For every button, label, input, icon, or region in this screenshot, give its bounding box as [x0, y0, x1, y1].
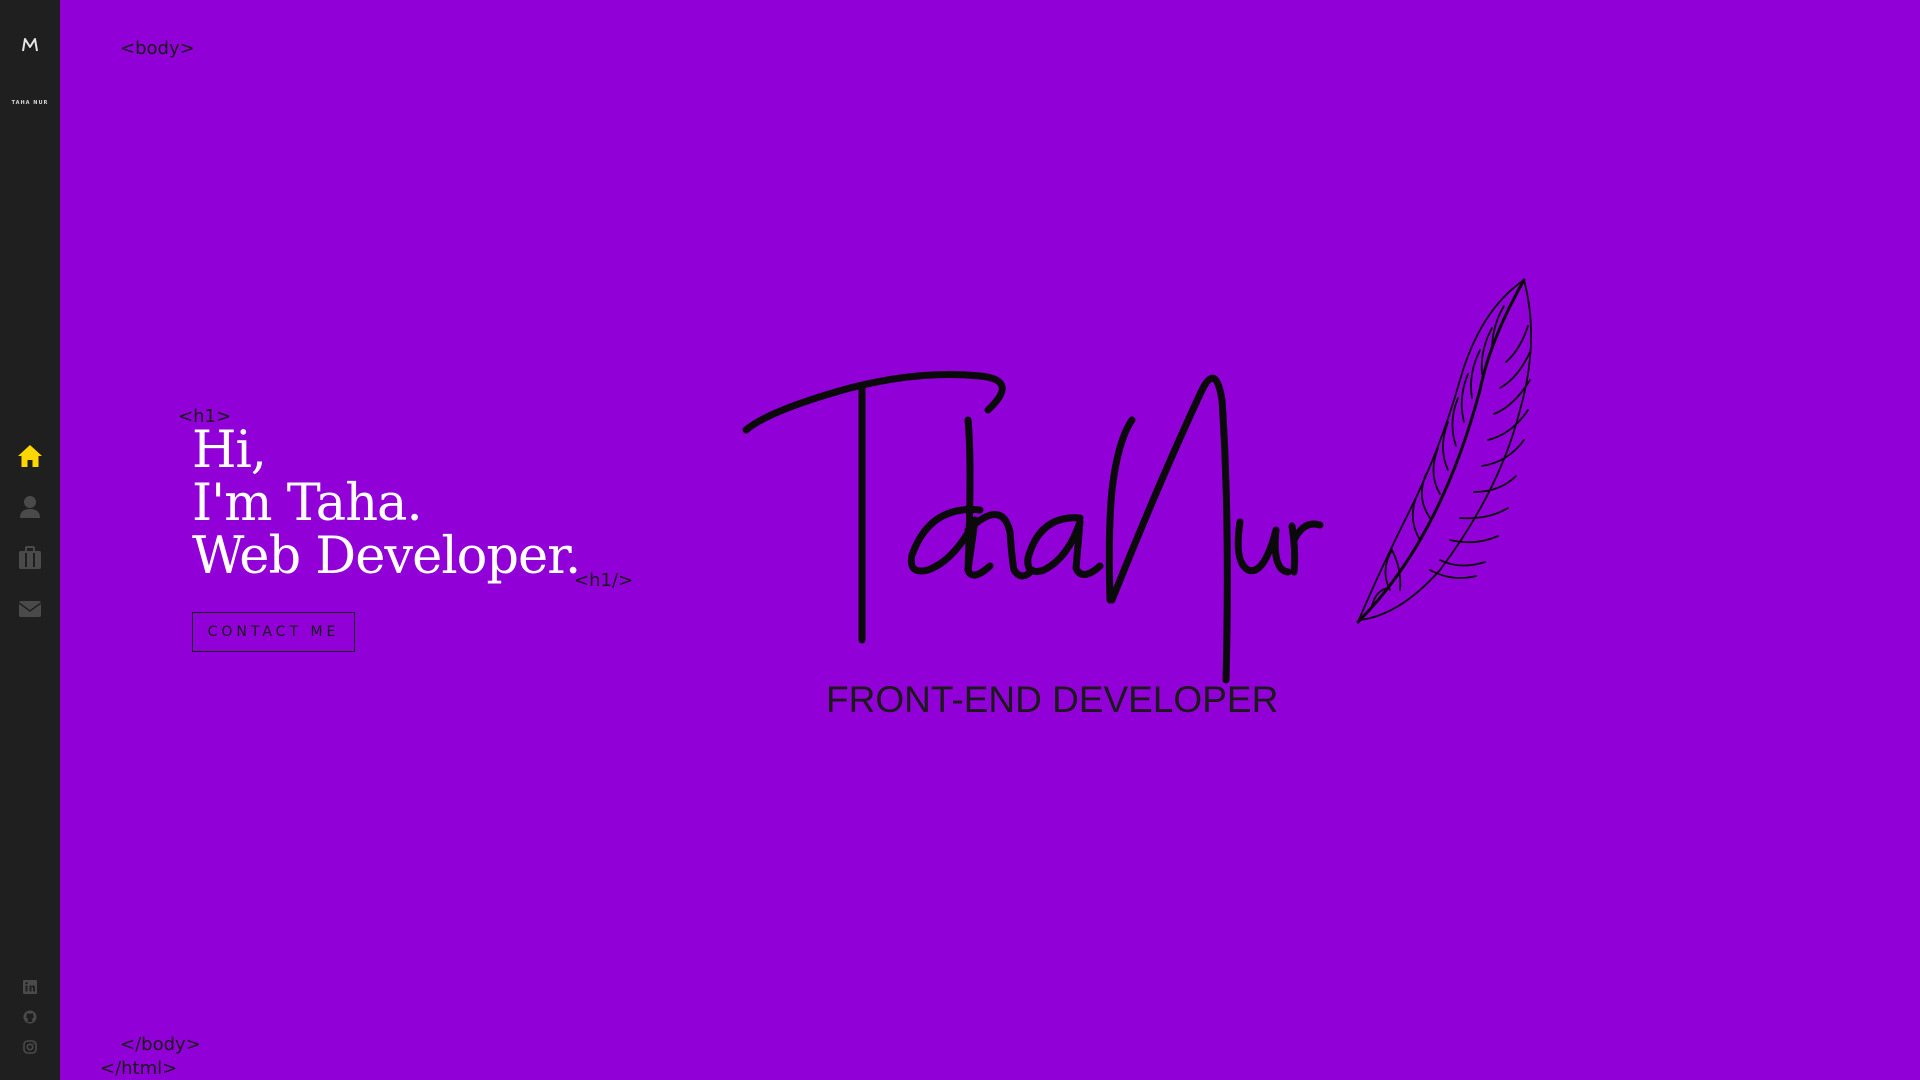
social-links [0, 972, 60, 1062]
nav-item-portfolio[interactable] [0, 532, 60, 583]
envelope-icon [18, 600, 42, 617]
social-github[interactable] [0, 1002, 60, 1032]
briefcase-icon [19, 545, 41, 569]
logo-subtitle: TAHA NUR [11, 100, 49, 106]
nav-item-about[interactable] [0, 481, 60, 532]
headline-line-1: Hi, [192, 421, 267, 480]
html-close-tag: </html> [100, 1058, 178, 1079]
hero-headline: Hi, I'm Taha. Web Developer. [192, 421, 581, 586]
h1-close-tag: <h1/> [574, 570, 634, 591]
sidebar-nav [0, 430, 60, 634]
body-close-tag: </body> [120, 1034, 201, 1055]
body-open-tag: <body> [120, 38, 195, 59]
social-instagram[interactable] [0, 1032, 60, 1062]
user-icon [20, 495, 40, 518]
headline-line-2: I'm Taha. [192, 474, 423, 533]
nav-item-contact[interactable] [0, 583, 60, 634]
home-icon [18, 444, 42, 467]
signature-tagline: FRONT-END DEVELOPER [826, 679, 1279, 720]
sidebar: TAHA NUR [0, 0, 60, 1080]
logo-m-icon[interactable] [0, 30, 60, 60]
signature-logo [742, 278, 1532, 684]
instagram-icon [23, 1040, 37, 1054]
social-linkedin[interactable] [0, 972, 60, 1002]
nav-item-home[interactable] [0, 430, 60, 481]
linkedin-icon [23, 980, 37, 994]
contact-me-button[interactable]: CONTACT ME [192, 612, 355, 652]
github-icon [23, 1010, 37, 1024]
headline-line-3: Web Developer. [192, 527, 581, 586]
